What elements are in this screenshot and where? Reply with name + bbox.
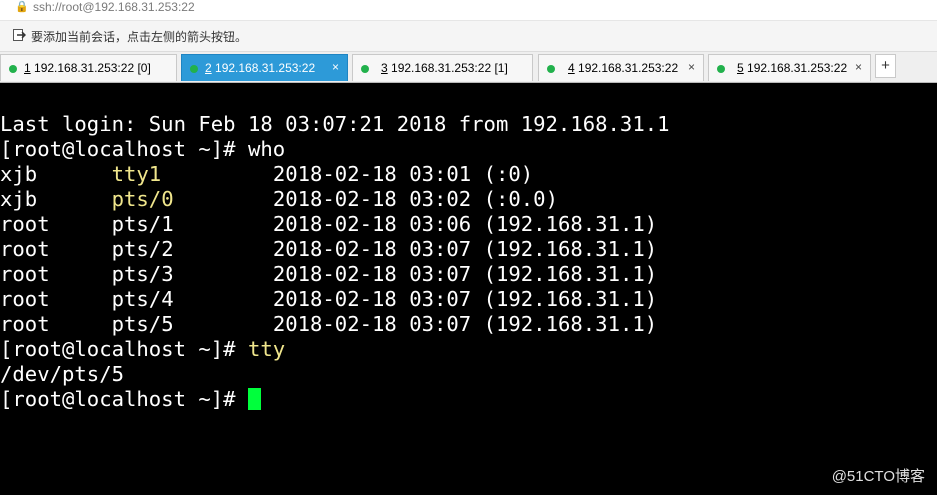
add-tab-button[interactable]: + [875, 54, 896, 78]
connected-status-icon [9, 65, 17, 73]
tab-number: 1 [24, 61, 31, 75]
tab-number: 2 [205, 61, 212, 75]
command-text: who [247, 137, 286, 161]
hint-bar: 要添加当前会话，点击左侧的箭头按钮。 [0, 21, 937, 52]
who-time: 2018-02-18 03:06 (192.168.31.1) [272, 212, 658, 236]
tab-bar: 1 192.168.31.253:22 [0] 2 192.168.31.253… [0, 52, 937, 83]
who-row: root pts/1 2018-02-18 03:06 (192.168.31.… [0, 212, 937, 237]
who-user: root [0, 262, 50, 286]
who-row: xjb tty1 2018-02-18 03:01 (:0) [0, 162, 937, 187]
who-user: xjb [0, 162, 38, 186]
who-tty: pts/5 [111, 312, 174, 336]
address-bar: 🔒 ssh://root@192.168.31.253:22 [0, 0, 937, 21]
who-tty: pts/0 [111, 187, 174, 211]
last-login-line: Last login: Sun Feb 18 03:07:21 2018 fro… [0, 112, 670, 136]
who-user: root [0, 212, 50, 236]
terminal-cursor[interactable] [247, 388, 261, 410]
tab-label: 192.168.31.253:22 [574, 61, 679, 75]
tab-label: 192.168.31.253:22 [211, 61, 316, 75]
connected-status-icon [190, 65, 198, 73]
who-user: root [0, 287, 50, 311]
terminal-output[interactable]: Last login: Sun Feb 18 03:07:21 2018 fro… [0, 112, 937, 412]
lock-icon: 🔒 [15, 1, 29, 13]
connected-status-icon [547, 65, 555, 73]
command-line: [root@localhost ~]# who [0, 137, 937, 162]
watermark-text: @51CTO博客 [831, 468, 925, 485]
who-time: 2018-02-18 03:07 (192.168.31.1) [272, 262, 658, 286]
tab-session-5[interactable]: 5 192.168.31.253:22 × [708, 54, 871, 81]
tab-session-2[interactable]: 2 192.168.31.253:22 × [181, 54, 348, 81]
tab-label: 192.168.31.253:22 [743, 61, 848, 75]
who-tty: tty1 [111, 162, 162, 186]
tab-label: 192.168.31.253:22 [1] [387, 61, 508, 75]
tab-session-1[interactable]: 1 192.168.31.253:22 [0] [0, 54, 177, 81]
tab-session-4[interactable]: 4 192.168.31.253:22 × [538, 54, 704, 81]
who-time: 2018-02-18 03:02 (:0.0) [272, 187, 558, 211]
tty-output-line: /dev/pts/5 [0, 362, 124, 386]
close-tab-icon[interactable]: × [332, 60, 339, 74]
who-row: root pts/5 2018-02-18 03:07 (192.168.31.… [0, 312, 937, 337]
who-time: 2018-02-18 03:07 (192.168.31.1) [272, 312, 658, 336]
who-time: 2018-02-18 03:07 (192.168.31.1) [272, 237, 658, 261]
who-user: root [0, 237, 50, 261]
who-tty: pts/2 [111, 237, 174, 261]
who-tty: pts/1 [111, 212, 174, 236]
shell-prompt: [root@localhost ~]# [0, 137, 248, 161]
tab-number: 5 [737, 61, 744, 75]
who-tty: pts/3 [111, 262, 174, 286]
who-row: root pts/4 2018-02-18 03:07 (192.168.31.… [0, 287, 937, 312]
who-user: root [0, 312, 50, 336]
command-line: [root@localhost ~]# tty [0, 337, 937, 362]
close-tab-icon[interactable]: × [688, 60, 695, 74]
tab-label: 192.168.31.253:22 [0] [30, 61, 151, 75]
who-row: xjb pts/0 2018-02-18 03:02 (:0.0) [0, 187, 937, 212]
who-tty: pts/4 [111, 287, 174, 311]
shell-prompt: [root@localhost ~]# [0, 387, 248, 411]
hint-text: 要添加当前会话，点击左侧的箭头按钮。 [31, 30, 248, 44]
connected-status-icon [361, 65, 369, 73]
who-row: root pts/2 2018-02-18 03:07 (192.168.31.… [0, 237, 937, 262]
shell-prompt: [root@localhost ~]# [0, 337, 248, 361]
address-text: ssh://root@192.168.31.253:22 [33, 0, 195, 14]
arrow-button-icon[interactable] [13, 29, 26, 42]
tab-number: 3 [381, 61, 388, 75]
who-time: 2018-02-18 03:01 (:0) [272, 162, 534, 186]
who-row: root pts/3 2018-02-18 03:07 (192.168.31.… [0, 262, 937, 287]
close-tab-icon[interactable]: × [855, 60, 862, 74]
command-text: tty [247, 337, 286, 361]
connected-status-icon [717, 65, 725, 73]
command-line: [root@localhost ~]# [0, 387, 937, 412]
who-user: xjb [0, 187, 38, 211]
tab-session-3[interactable]: 3 192.168.31.253:22 [1] [352, 54, 533, 81]
who-time: 2018-02-18 03:07 (192.168.31.1) [272, 287, 658, 311]
tab-number: 4 [568, 61, 575, 75]
